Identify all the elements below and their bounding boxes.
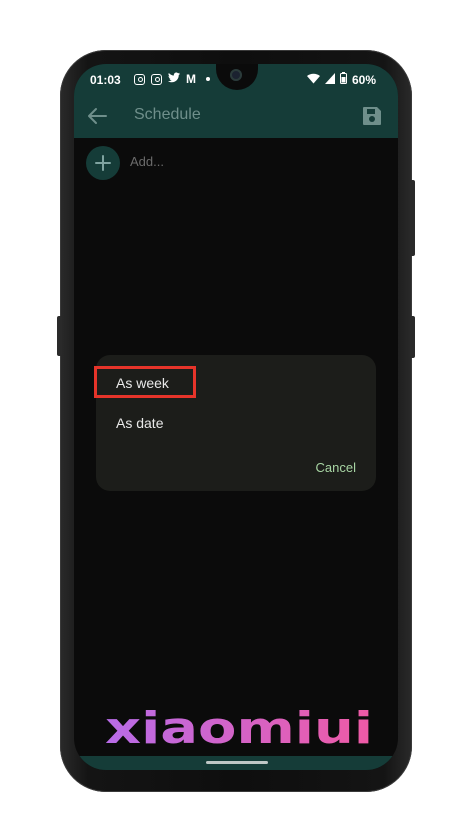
volume-button	[410, 180, 415, 256]
page-title: Schedule	[134, 106, 201, 123]
option-as-week[interactable]: As week	[116, 375, 169, 391]
plus-icon	[95, 155, 111, 171]
add-label[interactable]: Add...	[130, 154, 164, 169]
arrow-left-icon[interactable]	[86, 106, 108, 126]
status-bar: 01:03 M 60%	[74, 64, 398, 94]
save-icon[interactable]	[362, 106, 382, 126]
signal-icon	[324, 72, 335, 87]
option-as-date[interactable]: As date	[116, 415, 163, 431]
instagram-icon	[134, 73, 145, 85]
instagram-icon	[151, 73, 162, 85]
twitter-icon	[168, 72, 180, 86]
gmail-icon: M	[186, 72, 196, 86]
status-time: 01:03	[90, 73, 121, 87]
wifi-icon	[306, 73, 320, 87]
side-button-left	[57, 316, 62, 356]
front-camera	[230, 69, 242, 81]
status-notification-icons: M	[134, 72, 210, 86]
battery-icon	[339, 72, 347, 87]
phone-screen: 01:03 M 60% Schedule Add... As week As d…	[74, 64, 398, 770]
battery-percentage: 60%	[351, 72, 376, 87]
notification-dot-icon	[206, 77, 210, 81]
schedule-type-dialog: As week As date Cancel	[94, 355, 376, 491]
app-bar: Schedule	[74, 94, 398, 138]
svg-text:xiaomiui: xiaomiui	[105, 705, 373, 749]
home-gesture-bar[interactable]	[206, 761, 268, 764]
cancel-button[interactable]: Cancel	[316, 460, 356, 475]
xiaomiui-watermark-logo: xiaomiui	[105, 705, 373, 749]
status-system-icons: 60%	[306, 72, 376, 87]
power-button	[410, 316, 415, 358]
add-button[interactable]	[86, 146, 120, 180]
